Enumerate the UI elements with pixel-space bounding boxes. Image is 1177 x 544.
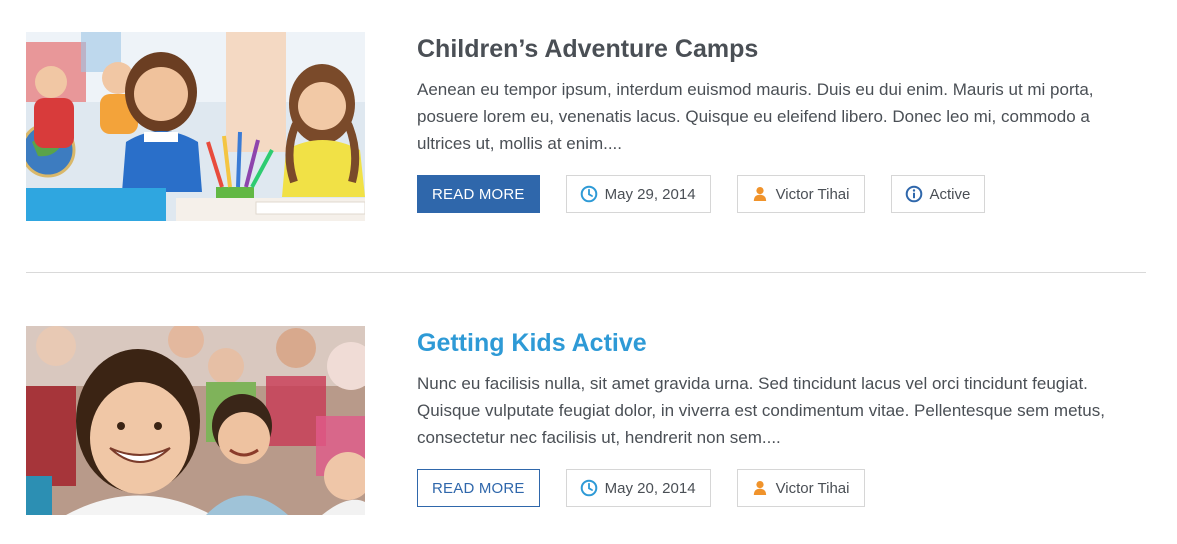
post-meta: READ MORE May 29, 2014 Victor Tihai Acti… — [417, 175, 986, 213]
author-chip[interactable]: Victor Tihai — [736, 469, 865, 507]
post-excerpt: Aenean eu tempor ipsum, interdum euismod… — [417, 80, 1094, 153]
author-chip[interactable]: Victor Tihai — [736, 175, 865, 213]
post-item: Children’s Adventure Camps Aenean eu tem… — [26, 32, 1146, 222]
post-thumbnail-classroom-kids[interactable] — [26, 32, 365, 221]
read-more-button[interactable]: READ MORE — [417, 175, 540, 213]
user-icon — [751, 479, 769, 497]
post-date: May 29, 2014 — [604, 185, 696, 203]
user-icon — [751, 185, 769, 203]
post-category: Active — [929, 185, 971, 203]
info-icon — [905, 185, 923, 203]
classroom-kids-image — [26, 32, 365, 221]
date-chip: May 29, 2014 — [565, 175, 711, 213]
post-date: May 20, 2014 — [604, 479, 696, 497]
post-thumbnail-smiling-kids[interactable] — [26, 326, 365, 515]
post-item: Getting Kids Active Nunc eu facilisis nu… — [26, 326, 1146, 516]
post-author: Victor Tihai — [775, 479, 850, 497]
date-chip: May 20, 2014 — [565, 469, 711, 507]
post-content: Getting Kids Active Nunc eu facilisis nu… — [417, 326, 1146, 507]
post-meta: READ MORE May 20, 2014 Victor Tihai — [417, 469, 865, 507]
post-content: Children’s Adventure Camps Aenean eu tem… — [417, 32, 1146, 213]
clock-icon — [580, 185, 598, 203]
post-excerpt: Nunc eu facilisis nulla, sit amet gravid… — [417, 374, 1105, 447]
post-title[interactable]: Getting Kids Active — [417, 326, 1146, 360]
clock-icon — [580, 479, 598, 497]
post-author: Victor Tihai — [775, 185, 850, 203]
read-more-button[interactable]: READ MORE — [417, 469, 540, 507]
post-divider — [26, 272, 1146, 273]
category-chip[interactable]: Active — [890, 175, 986, 213]
post-title[interactable]: Children’s Adventure Camps — [417, 32, 1146, 66]
smiling-kids-image — [26, 326, 365, 515]
